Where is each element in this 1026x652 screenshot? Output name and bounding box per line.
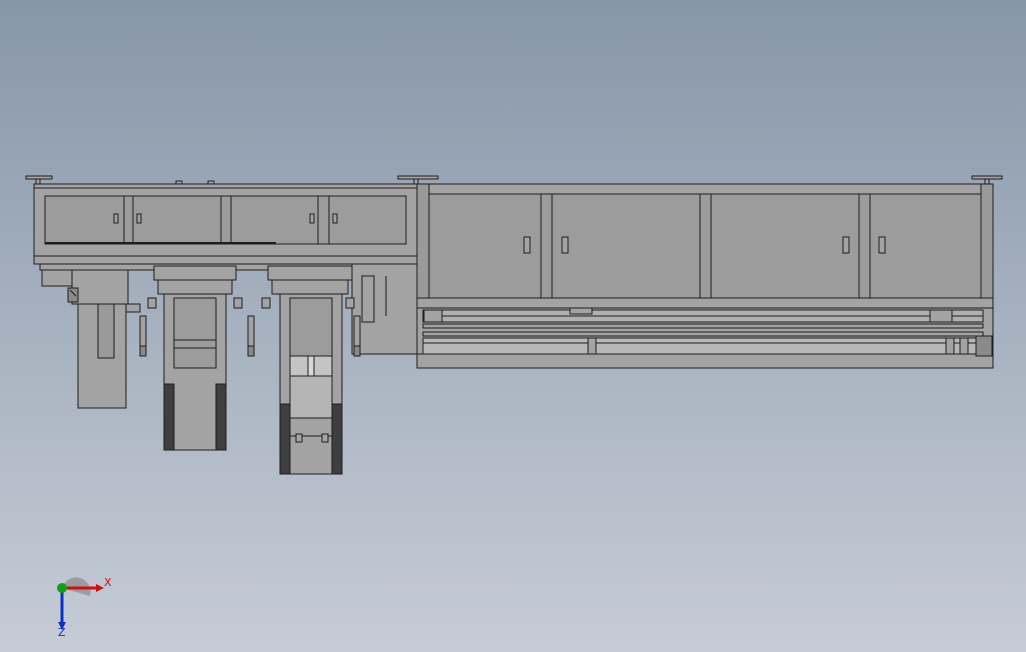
- door-handle-icon[interactable]: [113, 213, 119, 224]
- door-handle-icon[interactable]: [136, 213, 142, 224]
- leveling-feet: [25, 175, 1003, 185]
- door-handle-icon[interactable]: [332, 213, 338, 224]
- door-handle-icon[interactable]: [523, 236, 531, 254]
- machine-model[interactable]: [0, 0, 1026, 652]
- hanging-module-1[interactable]: [41, 269, 147, 409]
- conveyor-base[interactable]: [416, 297, 994, 369]
- door-handle-icon[interactable]: [309, 213, 315, 224]
- cad-viewport[interactable]: X Z: [0, 0, 1026, 652]
- hanging-module-3[interactable]: [261, 265, 361, 475]
- z-axis-label: Z: [58, 626, 66, 638]
- axis-triad[interactable]: X Z: [50, 572, 120, 639]
- x-axis-label: X: [104, 576, 112, 589]
- hanging-module-2[interactable]: [147, 265, 255, 451]
- door-handle-icon[interactable]: [842, 236, 850, 254]
- right-cabinet[interactable]: [428, 183, 994, 299]
- y-axis-dot: [57, 583, 67, 593]
- door-handle-icon[interactable]: [878, 236, 886, 254]
- door-handle-icon[interactable]: [561, 236, 569, 254]
